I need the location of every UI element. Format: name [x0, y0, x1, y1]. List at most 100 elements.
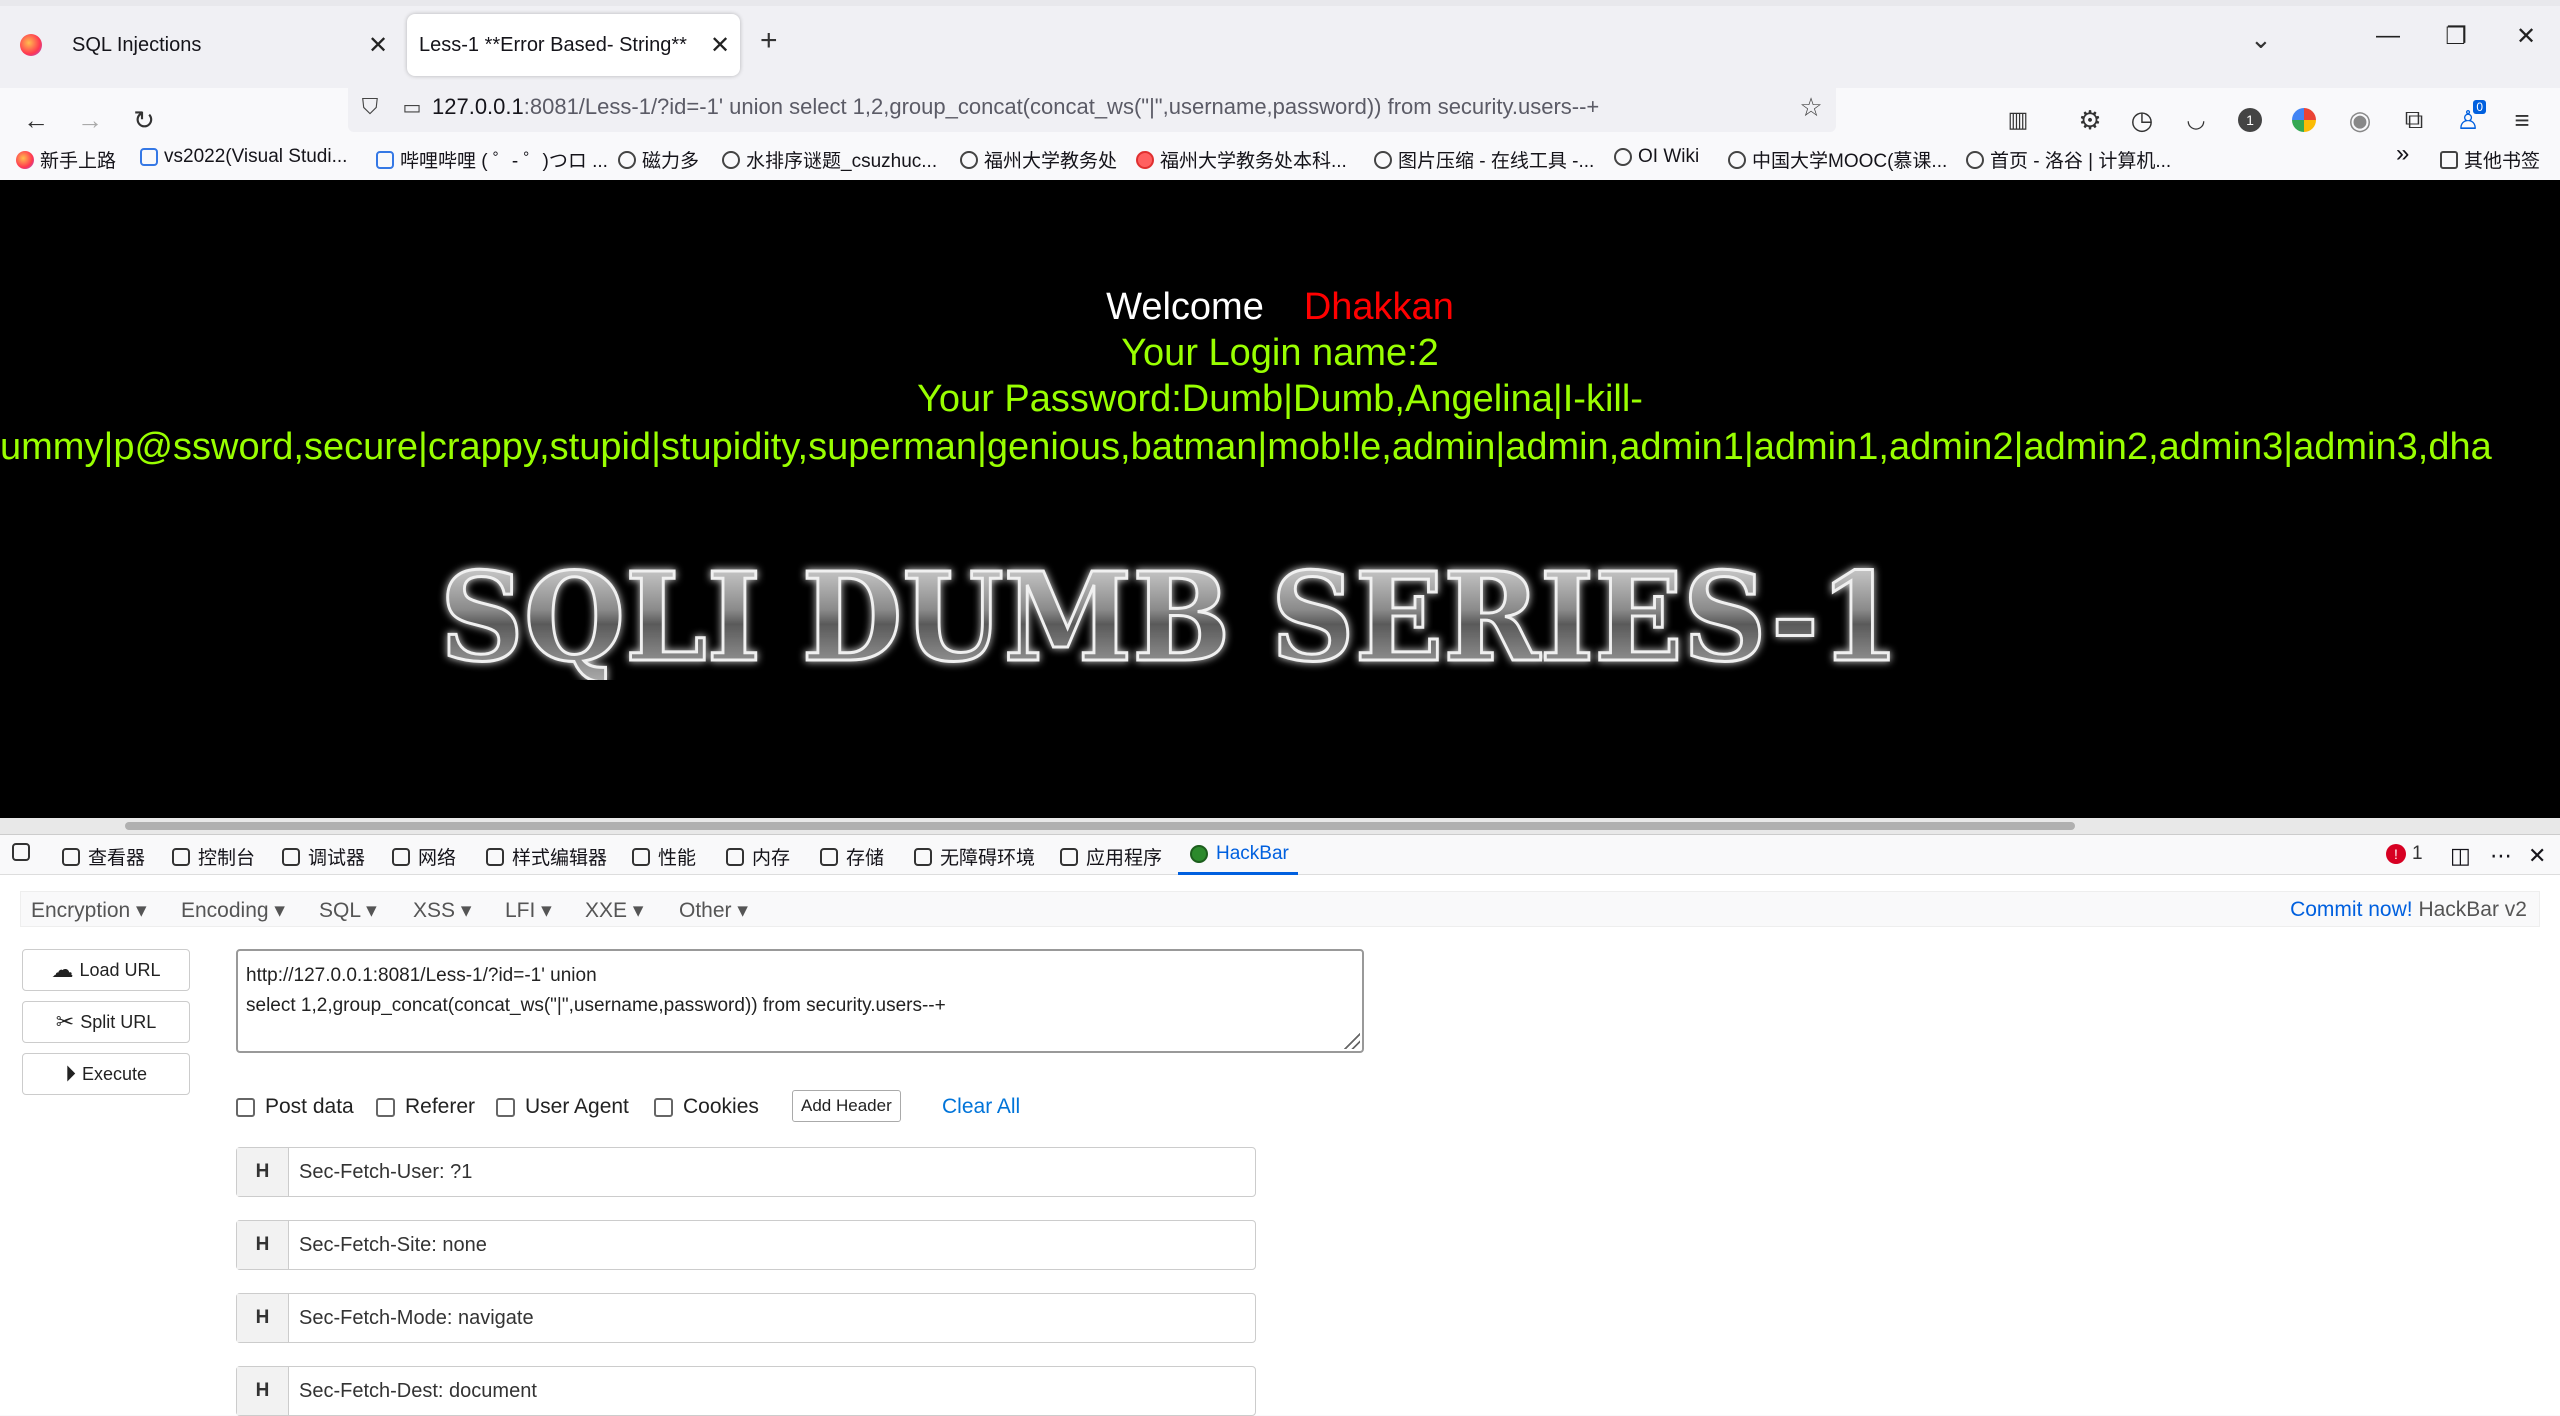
tab-application[interactable]: 应用程序 [1060, 843, 1162, 870]
post-data-checkbox[interactable]: Post data [236, 1095, 354, 1119]
menu-encryption[interactable]: Encryption ▾ [31, 898, 147, 923]
user-agent-checkbox[interactable]: User Agent [496, 1095, 629, 1119]
tab-hackbar[interactable]: HackBar [1190, 843, 1289, 865]
more-bookmarks-chevron-icon[interactable]: » [2396, 140, 2409, 168]
style-editor-icon [486, 847, 504, 866]
header-value-input[interactable]: Sec-Fetch-User: ?1 [289, 1148, 1255, 1196]
history-clock-icon[interactable]: ◷ [2120, 98, 2164, 142]
execute-button[interactable]: ⏵ Execute [22, 1053, 190, 1095]
error-count-indicator[interactable]: ! 1 [2386, 843, 2423, 865]
element-picker-icon[interactable] [12, 843, 38, 861]
resize-handle-icon[interactable] [1342, 1031, 1360, 1049]
firefox-icon [16, 150, 34, 169]
tab-debugger[interactable]: 调试器 [282, 843, 365, 870]
bookmark-item[interactable]: vs2022(Visual Studi... [140, 146, 347, 168]
header-value-input[interactable]: Sec-Fetch-Site: none [289, 1221, 1255, 1269]
checkbox[interactable] [376, 1097, 395, 1117]
close-window-button[interactable]: ✕ [2506, 22, 2546, 51]
account-icon[interactable]: ♙ 0 [2446, 98, 2490, 142]
hackbar-menu: Encryption ▾ Encoding ▾ SQL ▾ XSS ▾ LFI … [20, 891, 2540, 927]
tab-sql-injections[interactable]: SQL Injections ✕ [0, 14, 398, 76]
reload-icon[interactable]: ↻ [122, 98, 166, 142]
header-row[interactable]: H Sec-Fetch-Dest: document [236, 1366, 1256, 1416]
close-devtools-icon[interactable]: ✕ [2528, 843, 2546, 869]
bookmark-item[interactable]: 首页 - 洛谷 | 计算机... [1966, 146, 2171, 173]
multicolor-extension-icon[interactable] [2282, 98, 2326, 142]
storage-icon [820, 847, 838, 866]
bookmark-item[interactable]: OI Wiki [1614, 146, 1699, 168]
tab-accessibility[interactable]: 无障碍环境 [914, 843, 1035, 870]
bookmark-star-icon[interactable]: ☆ [1786, 92, 1836, 123]
bookmark-item[interactable]: 中国大学MOOC(慕课... [1728, 146, 1947, 173]
bookmark-item[interactable]: 新手上路 [16, 146, 116, 173]
bookmark-item[interactable]: 福州大学教务处本科... [1136, 146, 1347, 173]
extensions-puzzle-icon[interactable]: ⧉ [2392, 98, 2436, 142]
tab-style-editor[interactable]: 样式编辑器 [486, 843, 607, 870]
scissors-icon: ✂ [55, 1009, 75, 1034]
back-arrow-icon[interactable]: ← [14, 98, 58, 142]
clear-all-link[interactable]: Clear All [942, 1095, 1020, 1119]
minimize-button[interactable]: — [2368, 22, 2408, 50]
menu-other[interactable]: Other ▾ [679, 898, 748, 923]
horizontal-scrollbar[interactable] [0, 818, 2560, 834]
bookmark-item[interactable]: 图片压缩 - 在线工具 -... [1374, 146, 1594, 173]
url-textarea[interactable]: http://127.0.0.1:8081/Less-1/?id=-1' uni… [236, 949, 1364, 1053]
forward-arrow-icon[interactable]: → [68, 98, 112, 142]
menu-lfi[interactable]: LFI ▾ [505, 898, 552, 923]
load-url-button[interactable]: ☁ Load URL [22, 949, 190, 991]
close-tab-icon[interactable]: ✕ [700, 31, 740, 60]
tab-console[interactable]: 控制台 [172, 843, 255, 870]
scrollbar-thumb[interactable] [125, 822, 2075, 830]
url-text[interactable]: 127.0.0.1:8081/Less-1/?id=-1' union sele… [432, 94, 1786, 120]
split-url-button[interactable]: ✂ Split URL [22, 1001, 190, 1043]
list-all-tabs-chevron-icon[interactable]: ⌄ [2250, 24, 2272, 55]
other-bookmarks-folder[interactable]: 其他书签 [2440, 146, 2540, 173]
close-tab-icon[interactable]: ✕ [358, 31, 398, 60]
menu-encoding[interactable]: Encoding ▾ [181, 898, 285, 923]
header-value-input[interactable]: Sec-Fetch-Mode: navigate [289, 1294, 1255, 1342]
menu-sql[interactable]: SQL ▾ [319, 898, 377, 923]
menu-xss[interactable]: XSS ▾ [413, 898, 471, 923]
tab-memory[interactable]: 内存 [726, 843, 790, 870]
bookmark-item[interactable]: 水排序谜题_csuzhuc... [722, 146, 937, 173]
checkbox[interactable] [496, 1097, 515, 1117]
pocket-icon[interactable]: ◡ [2174, 98, 2218, 142]
checkbox[interactable] [236, 1097, 255, 1117]
header-row[interactable]: H Sec-Fetch-Mode: navigate [236, 1293, 1256, 1343]
bookmark-item[interactable]: 磁力多 [618, 146, 699, 173]
tab-less-1[interactable]: Less-1 **Error Based- String** ✕ [407, 14, 740, 76]
tab-network[interactable]: 网络 [392, 843, 456, 870]
globe-icon [1374, 150, 1392, 169]
globe-icon [960, 150, 978, 169]
restore-button[interactable]: ❐ [2436, 22, 2476, 51]
tab-performance[interactable]: 性能 [632, 843, 696, 870]
address-bar[interactable]: ⛉ ▭ 127.0.0.1:8081/Less-1/?id=-1' union … [348, 82, 1836, 132]
extension-count-icon[interactable]: 1 [2228, 98, 2272, 142]
commit-now-link[interactable]: Commit now! [2290, 898, 2413, 921]
circle-extension-icon[interactable]: ◉ [2338, 98, 2382, 142]
cookies-checkbox[interactable]: Cookies [654, 1095, 759, 1119]
bookmark-item[interactable]: 哔哩哔哩 ( ゜- ゜)つロ ... [376, 146, 608, 173]
menu-xxe[interactable]: XXE ▾ [585, 898, 643, 923]
hackbar-commit-info: Commit now! HackBar v2 [2290, 898, 2527, 922]
header-row[interactable]: H Sec-Fetch-Site: none [236, 1220, 1256, 1270]
tab-storage[interactable]: 存储 [820, 843, 884, 870]
bookmark-item[interactable]: 福州大学教务处 [960, 146, 1117, 173]
more-options-icon[interactable]: ⋯ [2490, 843, 2512, 869]
extension-badge: 1 [2238, 108, 2262, 132]
url-line-2: select 1,2,group_concat(concat_ws("|",us… [246, 995, 946, 1016]
shield-icon[interactable]: ⛉ [348, 94, 392, 120]
reader-view-icon[interactable]: ▥ [1996, 98, 2040, 142]
new-tab-button[interactable]: + [760, 24, 778, 58]
referer-checkbox[interactable]: Referer [376, 1095, 475, 1119]
tab-inspector[interactable]: 查看器 [62, 843, 145, 870]
user-name: Dhakkan [1303, 286, 1454, 328]
dock-side-icon[interactable]: ◫ [2450, 843, 2471, 869]
add-header-button[interactable]: Add Header [792, 1090, 901, 1122]
header-row[interactable]: H Sec-Fetch-User: ?1 [236, 1147, 1256, 1197]
header-value-input[interactable]: Sec-Fetch-Dest: document [289, 1367, 1255, 1415]
checkbox[interactable] [654, 1097, 673, 1117]
gear-icon[interactable]: ⚙ [2068, 98, 2112, 142]
menu-hamburger-icon[interactable]: ≡ [2500, 98, 2544, 142]
page-info-icon[interactable]: ▭ [392, 95, 432, 120]
